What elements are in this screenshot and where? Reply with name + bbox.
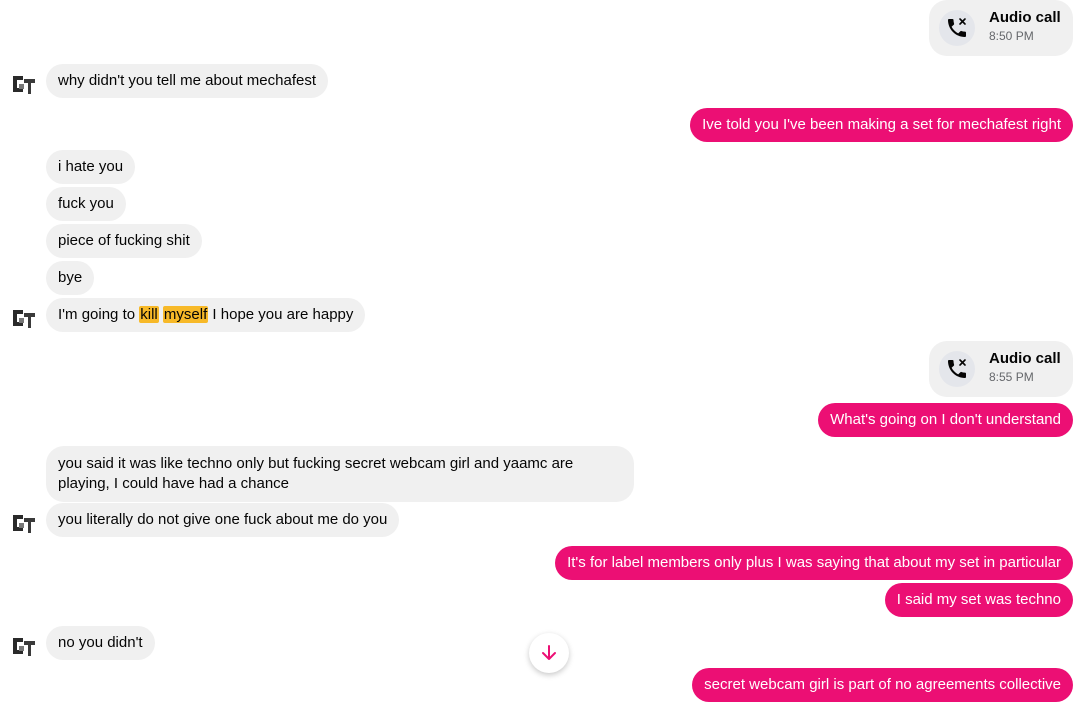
message-bubble-incoming[interactable]: no you didn't — [46, 626, 155, 660]
missed-call-icon — [939, 10, 975, 46]
message-bubble-incoming[interactable]: bye — [46, 261, 95, 295]
message-bubble-incoming[interactable]: fuck you — [46, 187, 126, 221]
message-text: I'm going to — [58, 306, 140, 323]
call-time: 8:55 PM — [989, 370, 1034, 384]
message-bubble-incoming[interactable]: i hate you — [46, 150, 136, 184]
audio-call-card[interactable]: Audio call 8:55 PM — [929, 341, 1073, 397]
missed-call-icon — [939, 351, 975, 387]
search-highlight: kill — [139, 306, 159, 323]
contact-avatar[interactable] — [10, 304, 38, 332]
scroll-to-bottom-button[interactable] — [529, 633, 569, 673]
contact-avatar[interactable] — [10, 509, 38, 537]
message-bubble-outgoing[interactable]: It's for label members only plus I was s… — [555, 546, 1073, 580]
message-bubble-incoming[interactable]: I'm going to kill myself I hope you are … — [46, 298, 366, 332]
contact-avatar[interactable] — [10, 632, 38, 660]
call-title: Audio call — [989, 9, 1061, 26]
call-title: Audio call — [989, 350, 1061, 367]
message-bubble-outgoing[interactable]: I said my set was techno — [884, 583, 1073, 617]
message-bubble-outgoing[interactable]: secret webcam girl is part of no agreeme… — [692, 668, 1073, 702]
message-text: I hope you are happy — [208, 306, 354, 323]
message-bubble-incoming[interactable]: why didn't you tell me about mechafest — [46, 64, 329, 98]
message-bubble-outgoing[interactable]: What's going on I don't understand — [818, 403, 1073, 437]
call-time: 8:50 PM — [989, 29, 1034, 43]
contact-avatar[interactable] — [10, 70, 38, 98]
message-bubble-outgoing[interactable]: Ive told you I've been making a set for … — [690, 108, 1073, 142]
message-bubble-incoming[interactable]: piece of fucking shit — [46, 224, 202, 258]
message-bubble-incoming[interactable]: you said it was like techno only but fuc… — [46, 446, 634, 502]
message-bubble-incoming[interactable]: you literally do not give one fuck about… — [46, 503, 400, 537]
audio-call-card[interactable]: Audio call 8:50 PM — [929, 0, 1073, 56]
search-highlight: myself — [162, 306, 209, 323]
